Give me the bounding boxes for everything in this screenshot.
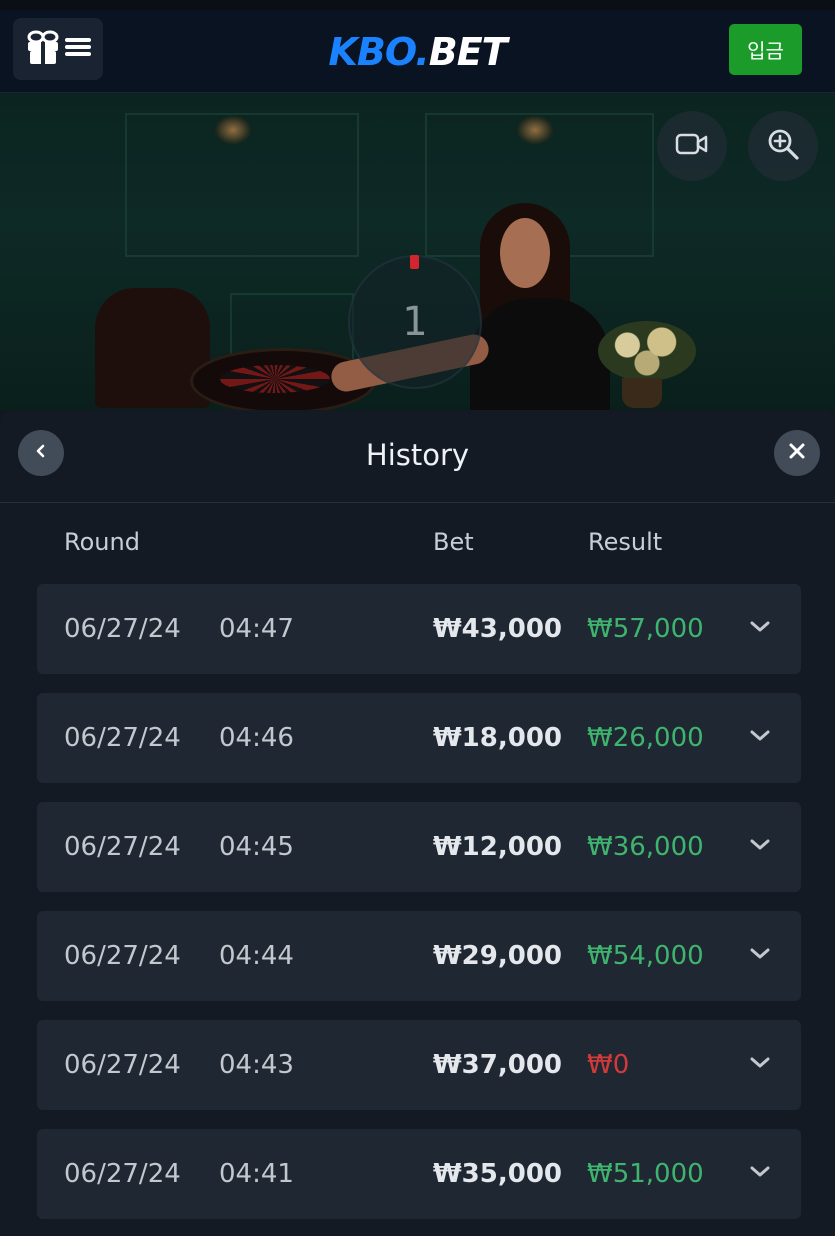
chevron-down-icon[interactable] [749,728,771,747]
video-camera-icon [675,132,709,160]
flower-vase [622,378,662,408]
close-icon [788,442,806,464]
history-row[interactable]: 06/27/24 04:41 ₩35,000 ₩51,000 [37,1129,801,1219]
bet-amount: ₩35,000 [433,1159,563,1189]
close-button[interactable] [774,430,820,476]
history-row[interactable]: 06/27/24 04:44 ₩29,000 ₩54,000 [37,911,801,1001]
chevron-down-icon[interactable] [749,619,771,638]
chevron-down-icon[interactable] [749,837,771,856]
round-date: 06/27/24 [64,1050,181,1080]
countdown-value: 1 [402,299,428,345]
history-title: History [365,438,470,472]
timer-progress-marker [410,255,419,269]
brand-logo[interactable]: KBO.BET [0,30,835,74]
result-amount: ₩36,000 [587,832,704,862]
history-row[interactable]: 06/27/24 04:46 ₩18,000 ₩26,000 [37,693,801,783]
wall-sconce [214,115,252,145]
bet-amount: ₩43,000 [433,614,563,644]
video-toggle-button[interactable] [657,111,727,181]
column-header-bet: Bet [433,528,474,556]
round-date: 06/27/24 [64,1159,181,1189]
zoom-button[interactable] [748,111,818,181]
zoom-in-icon [766,127,800,165]
result-amount: ₩57,000 [587,614,704,644]
history-row[interactable]: 06/27/24 04:43 ₩37,000 ₩0 [37,1020,801,1110]
result-amount: ₩51,000 [587,1159,704,1189]
result-amount: ₩26,000 [587,723,704,753]
roulette-wheel-pockets [220,365,330,393]
flower-bouquet [598,321,696,381]
round-date: 06/27/24 [64,723,181,753]
deposit-button[interactable]: 입금 [729,24,802,75]
bet-amount: ₩18,000 [433,723,563,753]
top-header: KBO.BET 입금 [0,10,835,93]
chevron-down-icon[interactable] [749,946,771,965]
round-time: 04:46 [219,723,294,753]
bet-amount: ₩37,000 [433,1050,563,1080]
column-header-result: Result [588,528,663,556]
history-row[interactable]: 06/27/24 04:45 ₩12,000 ₩36,000 [37,802,801,892]
round-time: 04:47 [219,614,294,644]
history-row[interactable]: 06/27/24 04:47 ₩43,000 ₩57,000 [37,584,801,674]
dealer-body [470,298,610,411]
round-date: 06/27/24 [64,614,181,644]
dealer-face [500,218,550,288]
wall-sconce [516,115,554,145]
round-time: 04:43 [219,1050,294,1080]
chevron-down-icon[interactable] [749,1164,771,1183]
chevron-down-icon[interactable] [749,1055,771,1074]
result-amount: ₩0 [587,1050,630,1080]
history-header: History [0,410,835,503]
logo-part-kbo: KBO. [328,30,429,74]
bet-amount: ₩29,000 [433,941,563,971]
logo-part-bet: BET [428,30,508,74]
round-date: 06/27/24 [64,832,181,862]
result-amount: ₩54,000 [587,941,704,971]
history-panel: History Round Bet Result 06/27/24 04:47 … [0,410,835,1236]
countdown-timer: 1 [348,255,482,389]
round-time: 04:41 [219,1159,294,1189]
live-video-stream: 1 [0,93,835,411]
round-date: 06/27/24 [64,941,181,971]
round-time: 04:45 [219,832,294,862]
status-strip [0,0,835,10]
column-header-round: Round [64,528,140,556]
round-time: 04:44 [219,941,294,971]
bet-amount: ₩12,000 [433,832,563,862]
